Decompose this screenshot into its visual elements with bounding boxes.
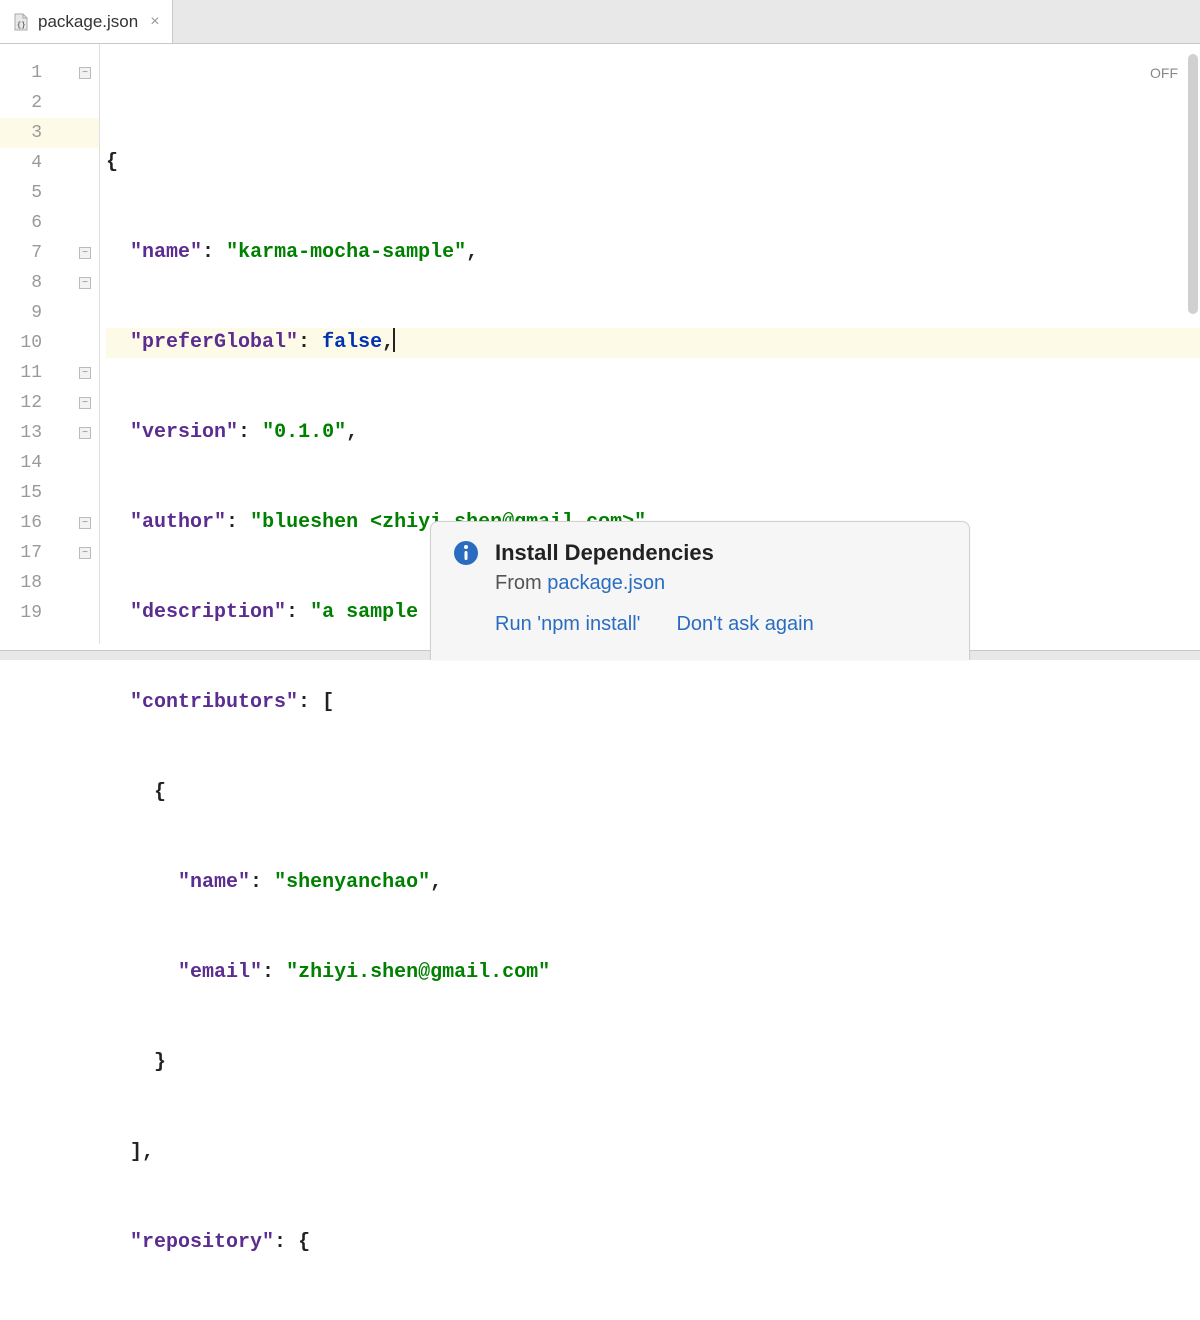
json-file-icon: {} [12,13,30,31]
line-number: 5 [0,178,56,208]
fold-gutter: − − − − − − − − [56,44,100,644]
line-number: 15 [0,478,56,508]
line-number: 16 [0,508,56,538]
line-number: 12 [0,388,56,418]
vertical-scrollbar[interactable] [1184,44,1200,654]
line-number: 7 [0,238,56,268]
fold-close-icon[interactable]: − [79,517,91,529]
action-dont-ask-again[interactable]: Don't ask again [676,613,813,636]
action-run-npm-install[interactable]: Run 'npm install' [495,613,640,636]
line-number: 9 [0,298,56,328]
file-tab[interactable]: {} package.json × [0,0,173,43]
tab-bar: {} package.json × [0,0,1200,44]
fold-toggle-icon[interactable]: − [79,547,91,559]
tab-filename: package.json [38,12,138,32]
notification-subtitle: From package.json [495,572,947,595]
close-icon[interactable]: × [146,13,159,31]
scrollbar-thumb[interactable] [1188,54,1198,314]
line-number: 4 [0,148,56,178]
fold-toggle-icon[interactable]: − [79,277,91,289]
line-number: 2 [0,88,56,118]
line-number: 3 [0,118,56,148]
line-number-gutter: 1 2 3 4 5 6 7 8 9 10 11 12 13 14 15 16 1… [0,44,56,644]
info-icon [453,540,479,566]
line-number: 13 [0,418,56,448]
inspection-badge[interactable]: OFF [1150,58,1178,88]
notification-title: Install Dependencies [495,540,947,566]
line-number: 6 [0,208,56,238]
line-number: 1 [0,58,56,88]
line-number: 10 [0,328,56,358]
line-number: 8 [0,268,56,298]
notification-popup: Install Dependencies From package.json R… [430,521,970,660]
fold-close-icon[interactable]: − [79,367,91,379]
fold-toggle-icon[interactable]: − [79,247,91,259]
text-caret [393,328,395,352]
line-number: 11 [0,358,56,388]
fold-toggle-icon[interactable]: − [79,427,91,439]
fold-close-icon[interactable]: − [79,397,91,409]
notification-file-link[interactable]: package.json [547,572,665,594]
fold-toggle-icon[interactable]: − [79,67,91,79]
line-number: 19 [0,598,56,628]
line-number: 17 [0,538,56,568]
line-number: 18 [0,568,56,598]
svg-text:{}: {} [17,22,25,30]
line-number: 14 [0,448,56,478]
